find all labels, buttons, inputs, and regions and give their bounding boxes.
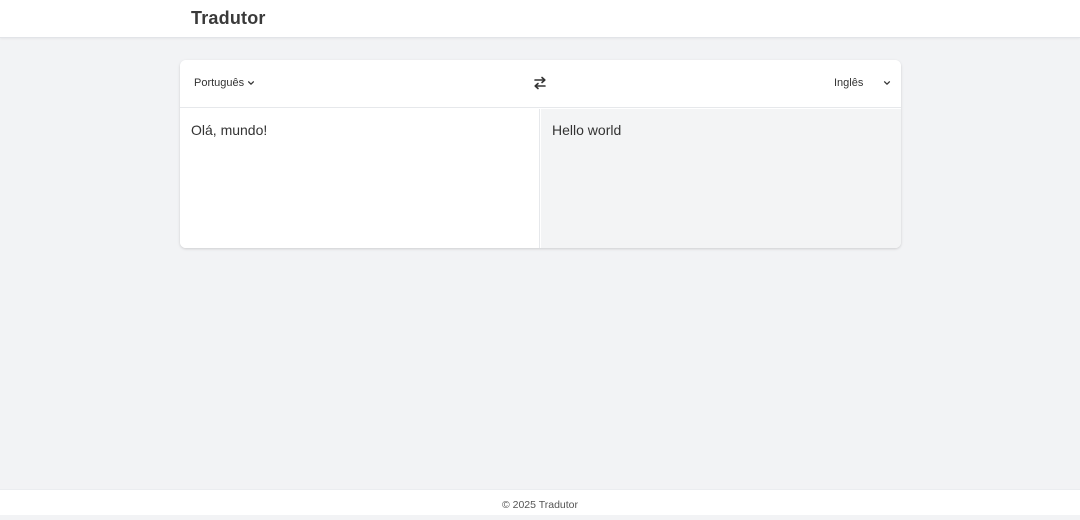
footer: © 2025 Tradutor [0, 489, 1080, 515]
swap-languages-icon[interactable] [532, 75, 548, 91]
source-language-label: Português [194, 77, 245, 89]
app-header: Tradutor [0, 0, 1080, 38]
translation-output: Hello world [552, 122, 622, 138]
target-language-label: Inglês [834, 77, 864, 89]
app-title: Tradutor [191, 8, 266, 28]
chevron-down-icon [248, 81, 255, 85]
translator-card: Português Inglês Olá, mundo! Hello world [180, 60, 901, 248]
target-pane: Hello world [541, 109, 901, 248]
language-toolbar: Português Inglês [180, 60, 901, 108]
source-language-select[interactable]: Português [194, 77, 255, 89]
source-pane: Olá, mundo! [180, 109, 540, 248]
target-language-select[interactable]: Inglês [834, 77, 891, 89]
source-text-input[interactable]: Olá, mundo! [191, 121, 527, 239]
footer-copyright: © 2025 Tradutor [501, 499, 579, 511]
chevron-down-icon [884, 81, 891, 85]
